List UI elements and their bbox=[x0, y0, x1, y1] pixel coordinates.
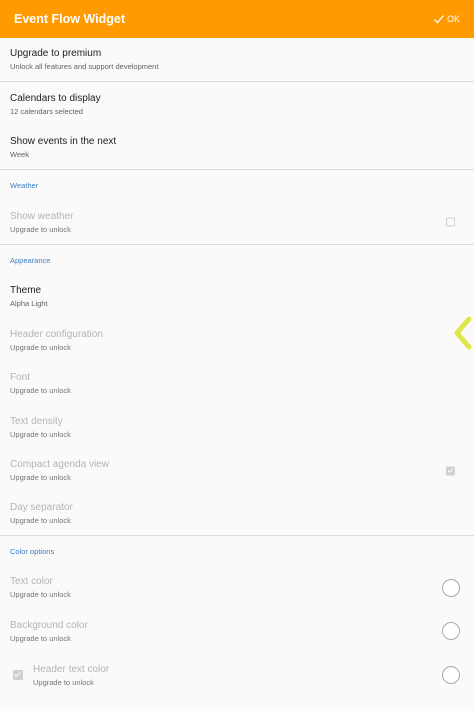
header-text-color-item[interactable]: Header text color Upgrade to unlock bbox=[0, 653, 474, 697]
item-summary: Unlock all features and support developm… bbox=[10, 62, 159, 71]
item-summary: Upgrade to unlock bbox=[10, 473, 71, 482]
header-text-color-swatch[interactable] bbox=[442, 666, 460, 684]
item-summary: Upgrade to unlock bbox=[10, 342, 71, 352]
show-weather-item[interactable]: Show weather Upgrade to unlock bbox=[0, 200, 474, 244]
item-title: Header text color bbox=[33, 663, 110, 675]
item-summary: Upgrade to unlock bbox=[10, 516, 71, 525]
item-title: Calendars to display bbox=[10, 92, 101, 104]
background-color-swatch[interactable] bbox=[442, 622, 460, 640]
item-summary: Upgrade to unlock bbox=[10, 590, 71, 599]
item-title: Text color bbox=[10, 576, 53, 587]
show-events-item[interactable]: Show events in the next Week bbox=[0, 126, 474, 169]
item-summary: Upgrade to unlock bbox=[10, 224, 71, 234]
calendars-to-display-item[interactable]: Calendars to display 12 calendars select… bbox=[0, 82, 474, 126]
text-color-item[interactable]: Text color Upgrade to unlock bbox=[0, 566, 474, 609]
item-summary: Alpha Light bbox=[10, 299, 48, 308]
settings-list: Upgrade to premium Unlock all features a… bbox=[0, 38, 474, 697]
header-configuration-item[interactable]: Header configuration Upgrade to unlock bbox=[0, 318, 474, 362]
font-item[interactable]: Font Upgrade to unlock bbox=[0, 362, 474, 405]
app-bar: Event Flow Widget OK bbox=[0, 0, 474, 38]
item-summary: 12 calendars selected bbox=[10, 106, 83, 116]
item-title: Theme bbox=[10, 285, 42, 296]
app-title: Event Flow Widget bbox=[14, 12, 125, 26]
item-title: Text density bbox=[10, 415, 63, 427]
day-separator-item[interactable]: Day separator Upgrade to unlock bbox=[0, 492, 474, 535]
text-color-swatch[interactable] bbox=[442, 578, 460, 597]
item-title: Compact agenda view bbox=[10, 459, 109, 470]
edge-panel-handle-icon[interactable] bbox=[452, 316, 474, 350]
item-title: Background color bbox=[10, 619, 88, 631]
show-weather-checkbox[interactable] bbox=[446, 217, 455, 227]
background-color-item[interactable]: Background color Upgrade to unlock bbox=[0, 609, 474, 653]
theme-item[interactable]: Theme Alpha Light bbox=[0, 275, 474, 318]
item-title: Day separator bbox=[10, 502, 73, 513]
upgrade-premium-item[interactable]: Upgrade to premium Unlock all features a… bbox=[0, 38, 474, 81]
appearance-category: Appearance bbox=[10, 255, 51, 265]
item-summary: Upgrade to unlock bbox=[10, 633, 71, 643]
item-summary: Upgrade to unlock bbox=[33, 677, 94, 687]
item-summary: Upgrade to unlock bbox=[10, 429, 71, 439]
item-summary: Week bbox=[10, 150, 30, 159]
compact-agenda-item[interactable]: Compact agenda view Upgrade to unlock bbox=[0, 449, 474, 492]
item-title: Upgrade to premium bbox=[10, 48, 102, 59]
header-text-color-checkbox[interactable] bbox=[13, 670, 23, 680]
ok-label: OK bbox=[446, 14, 460, 24]
item-title: Font bbox=[10, 372, 31, 383]
item-title: Show weather bbox=[10, 210, 74, 222]
color-options-category: Color options bbox=[10, 546, 55, 556]
item-title: Show events in the next bbox=[10, 136, 117, 147]
compact-agenda-checkbox[interactable] bbox=[446, 466, 455, 475]
checkmark-icon bbox=[434, 15, 444, 24]
item-summary: Upgrade to unlock bbox=[10, 386, 71, 395]
item-title: Header configuration bbox=[10, 328, 103, 340]
weather-category: Weather bbox=[10, 180, 39, 190]
text-density-item[interactable]: Text density Upgrade to unlock bbox=[0, 405, 474, 449]
ok-button[interactable]: OK bbox=[433, 13, 460, 25]
